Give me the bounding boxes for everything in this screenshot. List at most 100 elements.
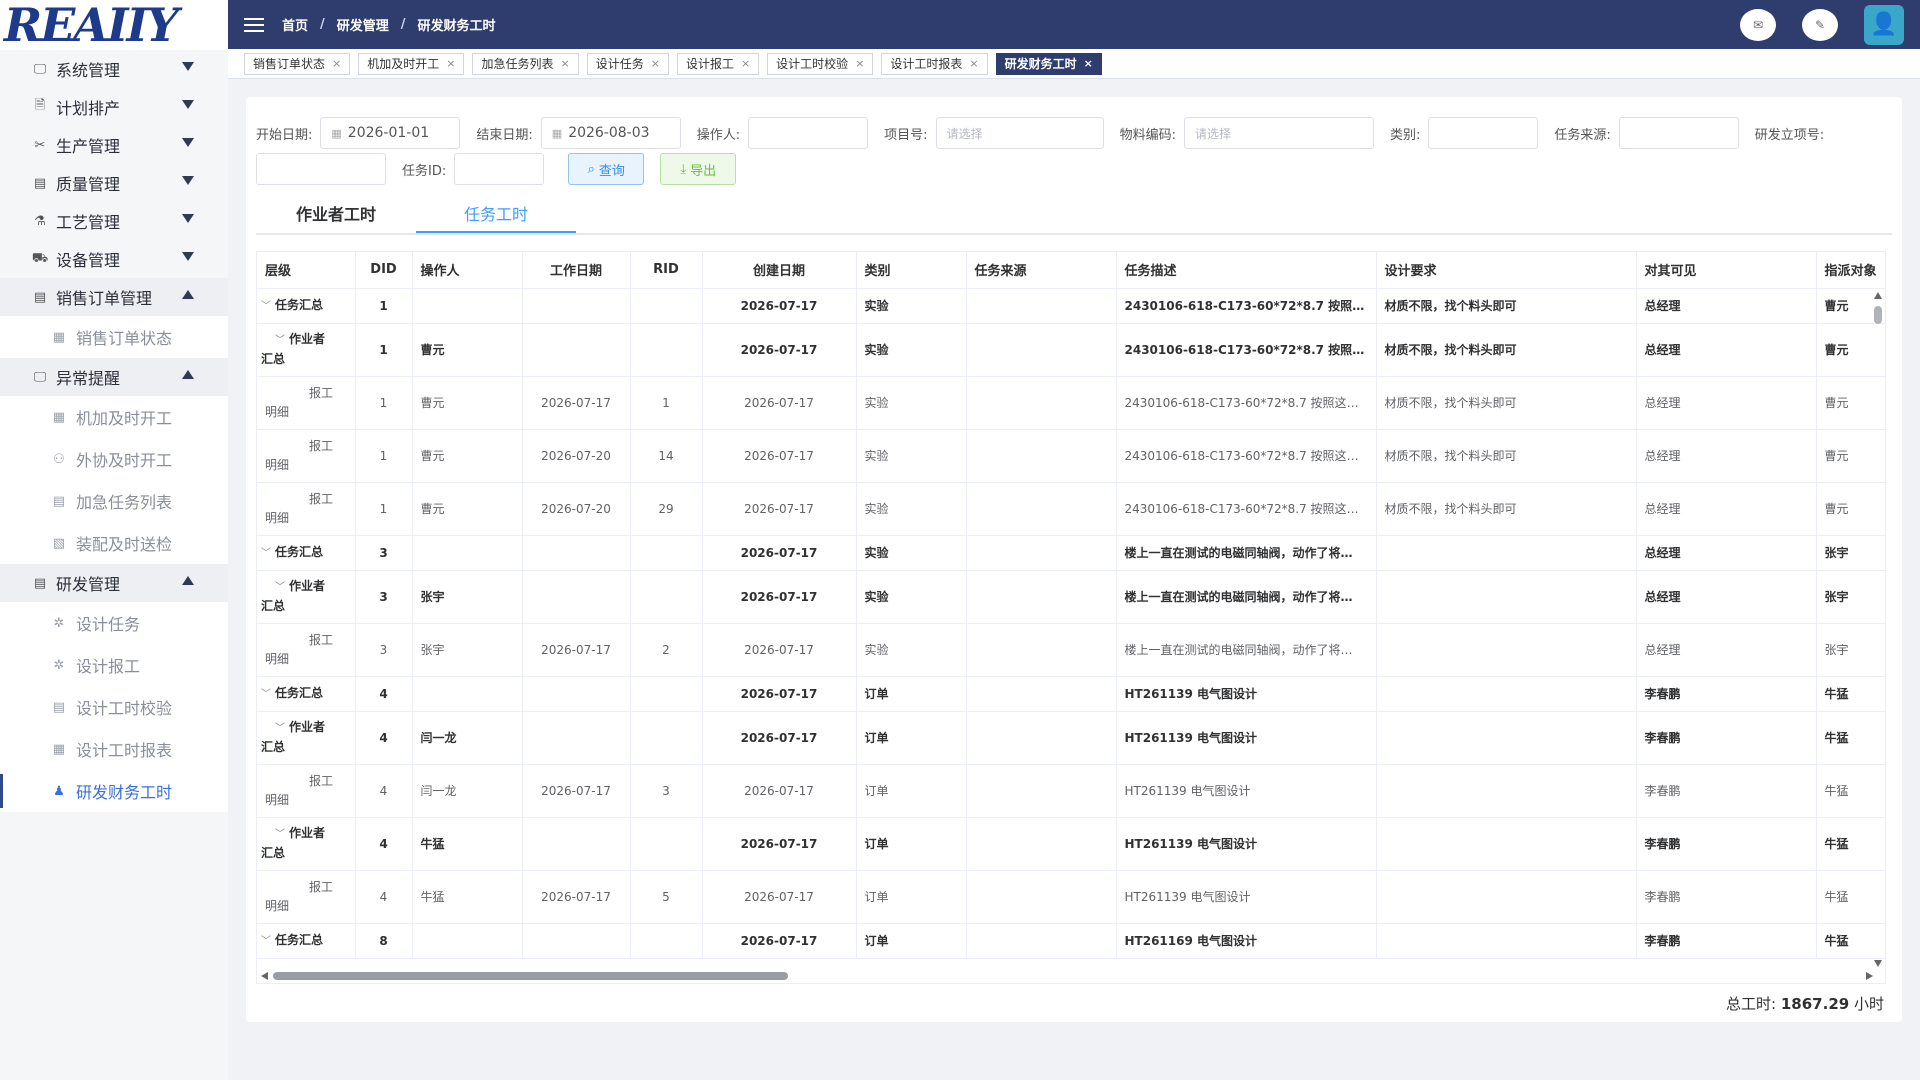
page-tab[interactable]: 研发财务工时 × — [995, 52, 1102, 75]
chevron-down-icon[interactable]: ﹀ — [261, 544, 275, 563]
chevron-down-icon[interactable]: ﹀ — [275, 825, 289, 844]
tab-task-hours[interactable]: 任务工时 — [416, 197, 576, 233]
col-operator[interactable]: 操作人 — [412, 252, 523, 289]
table-row[interactable]: ﹀ 任务汇总 8 2026-07-17 订单 HT261169 电气图设计 李春鹏 牛猛 — [257, 923, 1885, 959]
hamburger-icon[interactable] — [244, 17, 264, 32]
export-button[interactable]: ⤓ 导出 — [660, 153, 737, 185]
horizontal-scrollbar[interactable] — [257, 969, 1885, 983]
scroll-down-icon[interactable] — [1874, 960, 1882, 967]
sidebar-subitem[interactable]: ▦ 设计工时报表 — [0, 728, 228, 770]
sidebar-group-sales[interactable]: ▤ 销售订单管理 — [0, 278, 228, 316]
cell-desc: HT261139 电气图设计 — [1116, 676, 1377, 712]
sidebar-menu-item[interactable]: 🗎 计划排产 — [0, 88, 228, 126]
table-row[interactable]: 报工 明细 3 张宇 2026-07-17 2 2026-07-17 实验 楼上一直在测试的电磁… — [257, 623, 1885, 677]
operator-input[interactable] — [748, 117, 869, 149]
table-row[interactable]: ﹀ 任务汇总 1 2026-07-17 实验 2430106-618-C173-60*72… — [257, 288, 1885, 324]
close-icon[interactable]: × — [332, 57, 341, 70]
breadcrumb-home[interactable]: 首页 — [282, 15, 308, 34]
col-task-source[interactable]: 任务来源 — [966, 252, 1117, 289]
page-tab[interactable]: 设计报工 × — [676, 52, 760, 75]
chevron-down-icon[interactable]: ﹀ — [275, 578, 289, 597]
avatar[interactable]: 👤 — [1864, 4, 1904, 45]
table-row[interactable]: 报工 明细 1 曹元 2026-07-17 1 2026-07-17 实验 2430106-61… — [257, 376, 1885, 430]
message-icon[interactable]: ✉ — [1740, 8, 1776, 41]
material-select[interactable]: 请选择 — [1183, 117, 1374, 149]
sidebar-subitem[interactable]: ▧ 装配及时送检 — [0, 522, 228, 564]
source-input[interactable] — [1618, 117, 1739, 149]
scroll-thumb[interactable] — [1874, 306, 1882, 324]
vertical-scrollbar[interactable] — [1871, 288, 1885, 969]
col-work-date[interactable]: 工作日期 — [522, 252, 631, 289]
page-tab[interactable]: 设计工时校验 × — [767, 52, 874, 75]
sidebar-menu-item[interactable]: ⚗ 工艺管理 — [0, 202, 228, 240]
chevron-down-icon[interactable]: ﹀ — [275, 719, 289, 738]
sidebar-subitem[interactable]: ▦ 机加及时开工 — [0, 396, 228, 438]
sidebar-subitem[interactable]: ✲ 设计任务 — [0, 602, 228, 644]
sidebar-menu-item[interactable]: ▤ 质量管理 — [0, 164, 228, 202]
cell-rid: 3 — [630, 764, 703, 818]
start-date-input[interactable]: ▦ 2026-01-01 — [320, 117, 461, 149]
breadcrumb-rd[interactable]: 研发管理 — [337, 15, 389, 34]
sidebar-subitem[interactable]: ♟ 研发财务工时 — [0, 770, 228, 812]
cell-created: 2026-07-17 — [702, 676, 857, 712]
col-category[interactable]: 类别 — [856, 252, 967, 289]
project-select[interactable]: 请选择 — [935, 117, 1104, 149]
table-row[interactable]: 报工 明细 4 牛猛 2026-07-17 5 2026-07-17 订单 HT261139 电… — [257, 870, 1885, 924]
chevron-down-icon[interactable]: ﹀ — [261, 297, 275, 316]
rd-project-input[interactable] — [256, 153, 386, 185]
chevron-down-icon[interactable]: ﹀ — [261, 932, 275, 951]
chevron-down-icon[interactable]: ﹀ — [261, 685, 275, 704]
table-row[interactable]: ﹀ 作业者 汇总 4 牛猛 2026-07-17 订单 HT261139 电气图设计 李春鹏 牛猛 — [257, 817, 1885, 871]
sidebar-subitem[interactable]: ▦ 销售订单状态 — [0, 316, 228, 358]
page-tab[interactable]: 加急任务列表 × — [472, 52, 579, 75]
col-design-req[interactable]: 设计要求 — [1376, 252, 1637, 289]
sidebar-subitem[interactable]: ▤ 设计工时校验 — [0, 686, 228, 728]
sidebar-group-rd[interactable]: ▤ 研发管理 — [0, 564, 228, 602]
cell-vis: 总经理 — [1636, 429, 1817, 483]
chevron-down-icon[interactable]: ﹀ — [275, 331, 289, 350]
query-button[interactable]: ⌕ 查询 — [568, 153, 645, 185]
close-icon[interactable]: × — [1084, 57, 1093, 70]
task-id-input[interactable] — [454, 153, 545, 185]
col-visible-to[interactable]: 对其可见 — [1636, 252, 1817, 289]
col-assignee[interactable]: 指派对象 — [1816, 252, 1885, 289]
table-row[interactable]: ﹀ 任务汇总 3 2026-07-17 实验 楼上一直在测试的电磁同轴阀，动作了将… 总经理… — [257, 535, 1885, 571]
end-date-input[interactable]: ▦ 2026-08-03 — [540, 117, 681, 149]
page-tab[interactable]: 销售订单状态 × — [244, 52, 351, 75]
scroll-up-icon[interactable] — [1874, 292, 1882, 299]
sidebar-menu-item[interactable]: ⛟ 设备管理 — [0, 240, 228, 278]
table-row[interactable]: 报工 明细 1 曹元 2026-07-20 29 2026-07-17 实验 2430106-6… — [257, 482, 1885, 536]
close-icon[interactable]: × — [741, 57, 750, 70]
page-tab[interactable]: 机加及时开工 × — [358, 52, 465, 75]
close-icon[interactable]: × — [969, 57, 978, 70]
scroll-thumb[interactable] — [273, 972, 788, 980]
table-row[interactable]: ﹀ 作业者 汇总 1 曹元 2026-07-17 实验 2430106-618-C173-60… — [257, 323, 1885, 377]
col-task-desc[interactable]: 任务描述 — [1116, 252, 1377, 289]
scroll-left-icon[interactable] — [261, 972, 268, 980]
sidebar-subitem[interactable]: ▤ 加急任务列表 — [0, 480, 228, 522]
category-input[interactable] — [1428, 117, 1539, 149]
close-icon[interactable]: × — [855, 57, 864, 70]
col-did[interactable]: DID — [355, 252, 413, 289]
close-icon[interactable]: × — [446, 57, 455, 70]
col-level[interactable]: 层级 — [257, 252, 356, 289]
tab-worker-hours[interactable]: 作业者工时 — [256, 197, 416, 233]
page-tab[interactable]: 设计任务 × — [586, 52, 669, 75]
table-row[interactable]: ﹀ 任务汇总 4 2026-07-17 订单 HT261139 电气图设计 李春鹏 牛猛 — [257, 676, 1885, 712]
table-row[interactable]: 报工 明细 1 曹元 2026-07-20 14 2026-07-17 实验 2430106-6… — [257, 429, 1885, 483]
close-icon[interactable]: × — [651, 57, 660, 70]
col-created-date[interactable]: 创建日期 — [702, 252, 857, 289]
table-row[interactable]: ﹀ 作业者 汇总 3 张宇 2026-07-17 实验 楼上一直在测试的电磁同轴阀，动作了将…… — [257, 570, 1885, 624]
sidebar-subitem[interactable]: ⚇ 外协及时开工 — [0, 438, 228, 480]
page-tab[interactable]: 设计工时报表 × — [881, 52, 988, 75]
table-row[interactable]: 报工 明细 4 闫一龙 2026-07-17 3 2026-07-17 订单 HT261139 … — [257, 764, 1885, 818]
table-row[interactable]: ﹀ 作业者 汇总 4 闫一龙 2026-07-17 订单 HT261139 电气图设计 李春鹏牛… — [257, 711, 1885, 765]
sidebar-subitem[interactable]: ✲ 设计报工 — [0, 644, 228, 686]
sidebar-menu-item[interactable]: ✂ 生产管理 — [0, 126, 228, 164]
col-rid[interactable]: RID — [630, 252, 703, 289]
close-icon[interactable]: × — [560, 57, 569, 70]
edit-icon[interactable]: ✎ — [1802, 8, 1838, 41]
scroll-right-icon[interactable] — [1866, 972, 1873, 980]
sidebar-menu-item[interactable]: 🖵 系统管理 — [0, 50, 228, 88]
sidebar-group-alerts[interactable]: 🖵 异常提醒 — [0, 358, 228, 396]
